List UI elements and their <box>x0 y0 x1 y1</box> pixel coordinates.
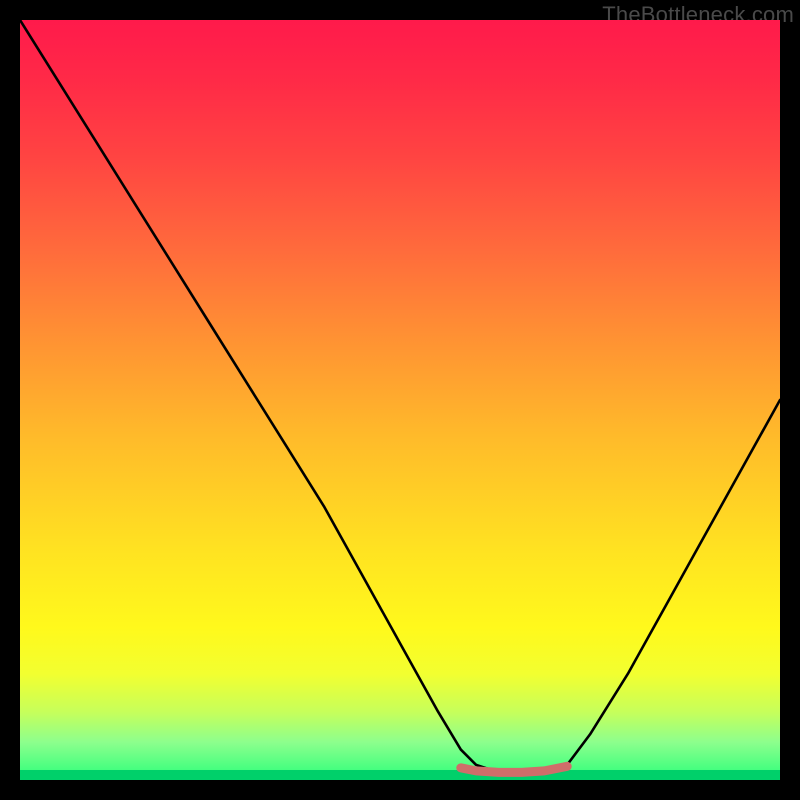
bottleneck-curve <box>20 20 780 772</box>
chart-overlay <box>20 20 780 780</box>
chart-frame: TheBottleneck.com <box>0 0 800 800</box>
plot-area <box>20 20 780 780</box>
optimal-band <box>20 770 780 780</box>
